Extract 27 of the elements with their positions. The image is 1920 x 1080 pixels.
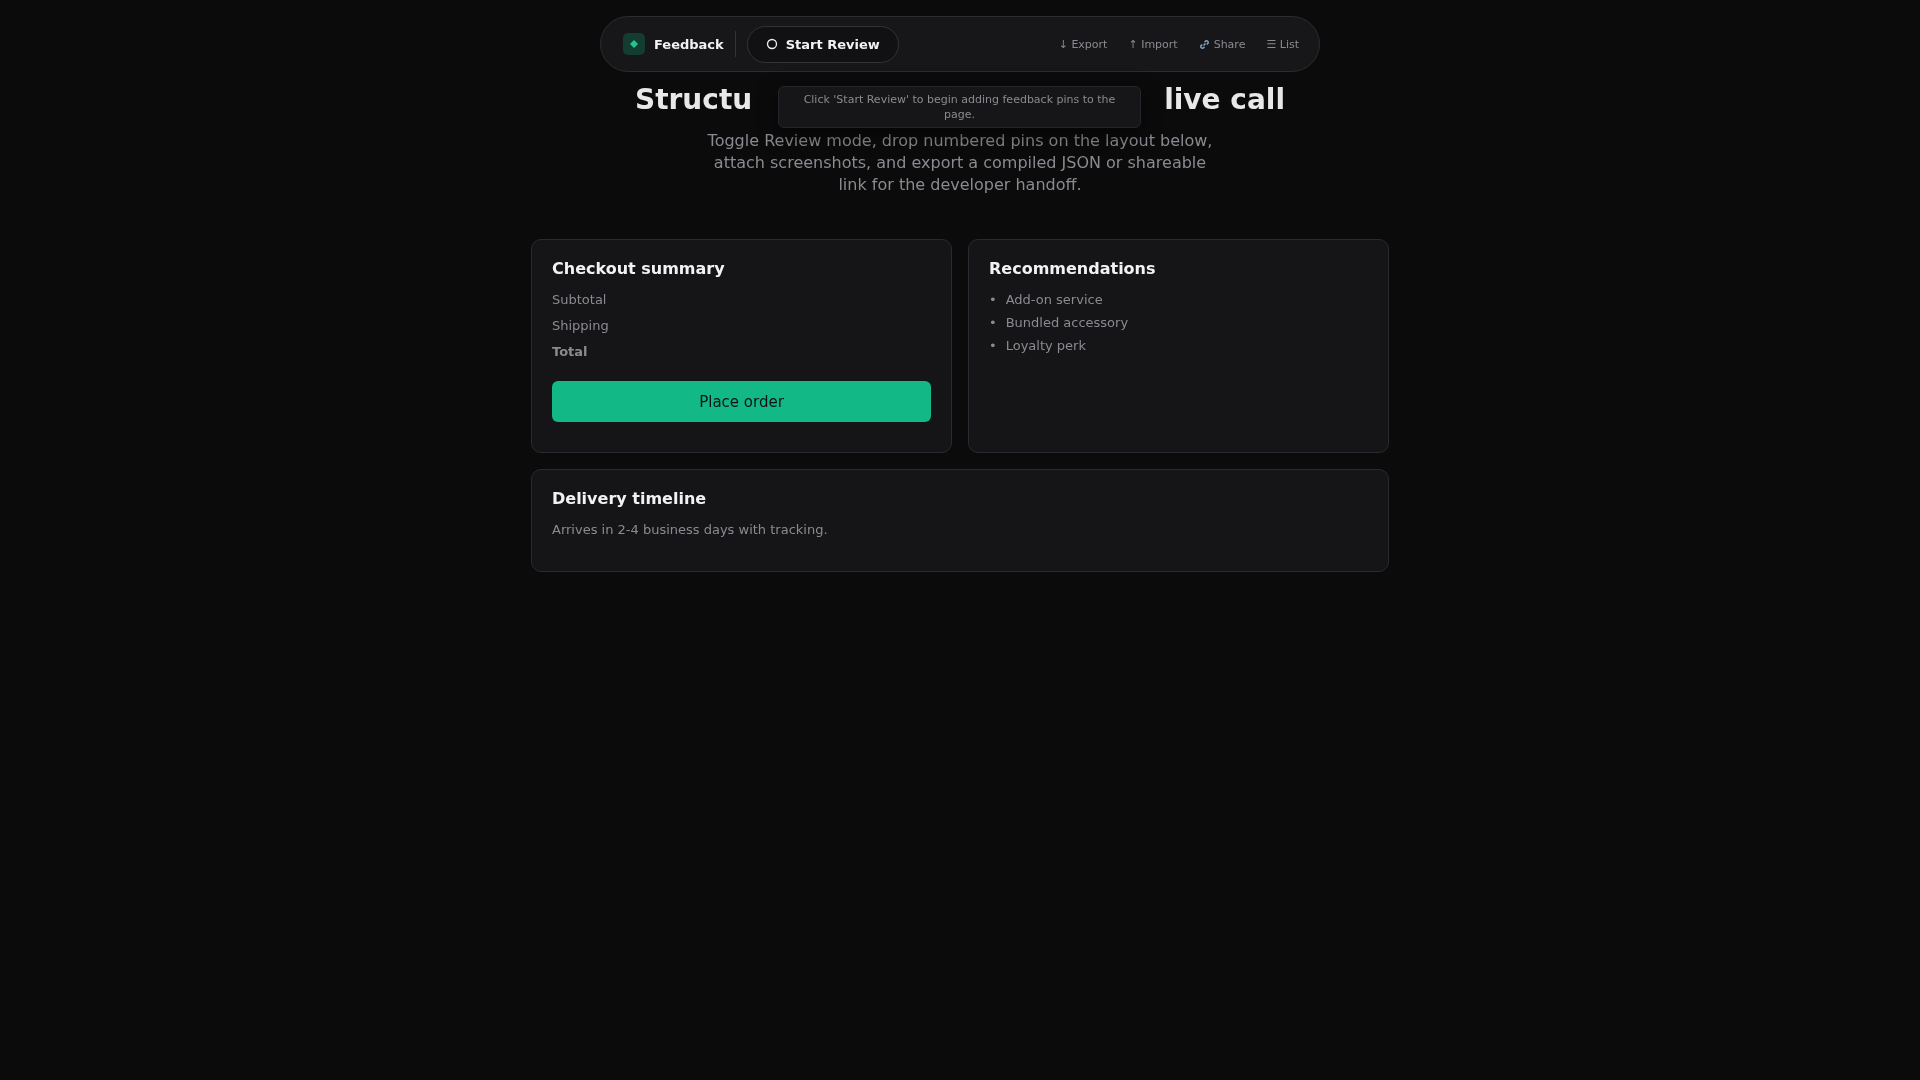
summary-line: Subtotal <box>552 292 608 307</box>
delivery-text: Arrives in 2-4 business days with tracking. <box>552 522 829 537</box>
bullet-mark: • <box>989 315 997 331</box>
toolbar-action[interactable]: ☰ List <box>1262 37 1303 51</box>
card-title: Recommendations <box>989 259 1157 278</box>
bullet-mark: • <box>989 338 997 354</box>
brand-name: Feedback <box>654 36 724 52</box>
recommendation-item: Bundled accessory <box>1005 315 1129 331</box>
card-title: Delivery timeline <box>552 489 708 508</box>
bullet-mark: • <box>989 292 997 308</box>
summary-line: Total <box>552 344 589 359</box>
toolbar-action[interactable]: ↓ Export <box>1054 37 1112 51</box>
link-icon <box>1198 38 1210 50</box>
heading-text: live call <box>1164 83 1285 117</box>
start-review-button[interactable]: Start Review <box>746 25 899 63</box>
recommendation-item: Loyalty perk <box>1005 338 1086 354</box>
summary-line: Shipping <box>552 318 610 333</box>
intro-paragraph: Toggle Review mode, drop numbered pins on the layout below, attach screenshots, and export a compiled JSON or shareable link for the developer handoff. <box>706 130 1214 196</box>
heading-text: Structu <box>635 83 753 117</box>
card-title: Checkout summary <box>552 259 726 278</box>
share-button[interactable]: Share <box>1194 37 1250 51</box>
recommendation-item: Add-on service <box>1005 292 1103 308</box>
circle-icon <box>765 38 778 50</box>
place-order-button[interactable]: Place order <box>552 381 931 422</box>
toolbar-action[interactable]: ↑ Import <box>1124 37 1182 51</box>
logo-icon <box>623 33 645 55</box>
tooltip: Click 'Start Review' to begin adding feedback pins to the page. <box>778 86 1141 128</box>
